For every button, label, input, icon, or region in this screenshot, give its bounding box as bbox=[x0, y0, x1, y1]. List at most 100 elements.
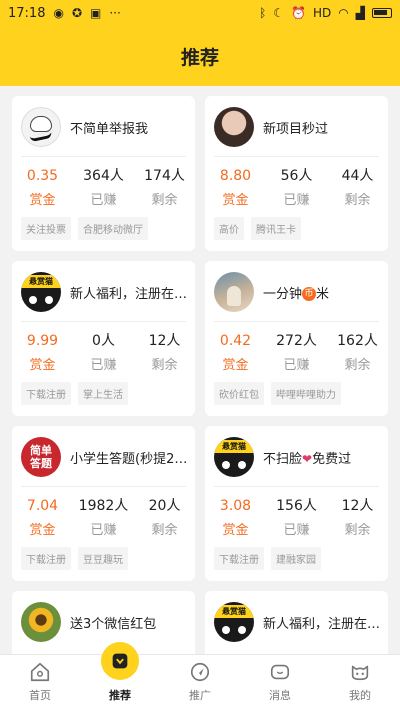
reward-label: 赏金 bbox=[222, 358, 249, 373]
remaining-label: 剩余 bbox=[151, 193, 178, 208]
task-tag: 腾讯王卡 bbox=[251, 217, 301, 240]
task-tag: 关注投票 bbox=[21, 217, 71, 240]
remaining-value: 44人 bbox=[341, 168, 374, 184]
earned-value: 1982人 bbox=[78, 498, 129, 514]
home-icon bbox=[29, 661, 51, 683]
task-title: 送3个微信红包 bbox=[70, 616, 157, 632]
reward-value: 9.99 bbox=[26, 333, 59, 349]
divider bbox=[21, 321, 186, 322]
remaining-value: 12人 bbox=[148, 333, 181, 349]
reward-value: 7.04 bbox=[26, 498, 59, 514]
image-notification-icon: ▣ bbox=[90, 6, 102, 20]
girl-photo-avatar bbox=[214, 107, 254, 147]
promote-icon bbox=[189, 661, 211, 683]
reward-cat-avatar: 悬赏猫 bbox=[214, 602, 254, 642]
tab-recommend[interactable]: 推荐 bbox=[80, 642, 160, 711]
task-card[interactable]: 不简单举报我 0.35 赏金 364人 已赚 174人 剩余 关注投票 合肥移动微厅 bbox=[12, 96, 195, 251]
remaining-label: 剩余 bbox=[344, 358, 371, 373]
task-card[interactable]: 悬赏猫 新人福利，注册在线… 9.99 赏金 0人 已赚 12人 剩余 下载注册 掌上… bbox=[12, 261, 195, 416]
task-card[interactable]: 简单 答题 小学生答题(秒提20元) 7.04 赏金 1982人已赚 20人剩余 下… bbox=[12, 426, 195, 581]
divider bbox=[214, 156, 379, 157]
room-photo-avatar bbox=[214, 272, 254, 312]
task-title: 新人福利，注册在线… bbox=[263, 616, 381, 632]
remaining-value: 12人 bbox=[341, 498, 374, 514]
remaining-label: 剩余 bbox=[151, 523, 178, 538]
recommend-icon bbox=[101, 642, 139, 680]
earned-label: 已赚 bbox=[283, 193, 310, 208]
task-grid[interactable]: 不简单举报我 0.35 赏金 364人 已赚 174人 剩余 关注投票 合肥移动微厅 … bbox=[0, 86, 400, 654]
tab-home[interactable]: 首页 bbox=[0, 655, 80, 711]
remaining-label: 剩余 bbox=[151, 358, 178, 373]
task-title: 小学生答题(秒提20元) bbox=[70, 451, 188, 467]
task-tag: 砍价红包 bbox=[214, 382, 264, 405]
task-title: 不简单举报我 bbox=[70, 121, 149, 137]
task-card[interactable]: 送3个微信红包 bbox=[12, 591, 195, 654]
tab-label: 推荐 bbox=[109, 689, 131, 702]
remaining-label: 剩余 bbox=[344, 523, 371, 538]
coin-icon: 币 bbox=[302, 287, 317, 301]
task-title: 新人福利，注册在线… bbox=[70, 286, 188, 302]
tab-label: 推广 bbox=[189, 689, 211, 702]
task-tag: 建融家园 bbox=[271, 547, 321, 570]
signal-icon: ▟ bbox=[355, 6, 365, 20]
earned-label: 已赚 bbox=[90, 523, 117, 538]
earned-value: 272人 bbox=[276, 333, 317, 349]
page-header: 推荐 bbox=[0, 26, 400, 86]
reward-value: 0.35 bbox=[26, 168, 59, 184]
message-icon bbox=[269, 661, 291, 683]
task-card[interactable]: 一分钟币米 0.42 赏金 272人 已赚 162人 剩余 砍价红包 哔哩哔哩助力 bbox=[205, 261, 388, 416]
remaining-value: 20人 bbox=[148, 498, 181, 514]
remaining-value: 162人 bbox=[337, 333, 378, 349]
divider bbox=[21, 486, 186, 487]
earned-value: 156人 bbox=[276, 498, 317, 514]
task-tag: 下载注册 bbox=[21, 382, 71, 405]
reward-value: 3.08 bbox=[219, 498, 252, 514]
tab-profile[interactable]: 我的 bbox=[320, 655, 400, 711]
remaining-label: 剩余 bbox=[344, 193, 371, 208]
reward-label: 赏金 bbox=[222, 523, 249, 538]
task-tag: 下载注册 bbox=[21, 547, 71, 570]
tab-label: 我的 bbox=[349, 689, 371, 702]
moon-icon: ☾ bbox=[273, 6, 285, 20]
task-card[interactable]: 新项目秒过 8.80 赏金 56人 已赚 44人 剩余 高价 腾讯王卡 bbox=[205, 96, 388, 251]
task-tag: 哔哩哔哩助力 bbox=[271, 382, 341, 405]
status-bar: 17:18 ◉ ✪ ▣ ··· ᛒ ☾ ⏰ HD ◠ ▟ bbox=[0, 0, 400, 26]
app-notification-icon: ◉ bbox=[53, 6, 64, 20]
earned-value: 364人 bbox=[83, 168, 124, 184]
divider bbox=[214, 486, 379, 487]
quiz-avatar: 简单 答题 bbox=[21, 437, 61, 477]
task-tag: 豆豆趣玩 bbox=[78, 547, 128, 570]
avatar-text: 悬赏猫 bbox=[214, 605, 254, 618]
task-card[interactable]: 悬赏猫 新人福利，注册在线… bbox=[205, 591, 388, 654]
network-type: HD bbox=[313, 6, 332, 20]
earned-label: 已赚 bbox=[283, 523, 310, 538]
reward-cat-avatar: 悬赏猫 bbox=[214, 437, 254, 477]
heart-icon: ❤ bbox=[302, 451, 313, 466]
tab-promote[interactable]: 推广 bbox=[160, 655, 240, 711]
page-title: 推荐 bbox=[180, 46, 219, 69]
tab-message[interactable]: 消息 bbox=[240, 655, 320, 711]
task-title: 一分钟币米 bbox=[263, 286, 330, 302]
battery-icon bbox=[372, 8, 392, 18]
earned-label: 已赚 bbox=[283, 358, 310, 373]
reward-value: 8.80 bbox=[219, 168, 252, 184]
earned-label: 已赚 bbox=[90, 193, 117, 208]
more-notifications-icon: ··· bbox=[109, 6, 121, 20]
status-time: 17:18 bbox=[8, 5, 46, 21]
sketch-mask-avatar bbox=[21, 107, 61, 147]
profile-icon bbox=[349, 661, 371, 683]
earned-value: 56人 bbox=[280, 168, 313, 184]
task-card[interactable]: 悬赏猫 不扫脸❤免费过 3.08 赏金 156人 已赚 12人 剩余 下载注册 建融家… bbox=[205, 426, 388, 581]
bluetooth-icon: ᛒ bbox=[259, 6, 267, 20]
task-tag: 高价 bbox=[214, 217, 244, 240]
divider bbox=[214, 321, 379, 322]
divider bbox=[21, 156, 186, 157]
reward-cat-avatar: 悬赏猫 bbox=[21, 272, 61, 312]
task-title: 不扫脸❤免费过 bbox=[263, 451, 352, 467]
earned-label: 已赚 bbox=[90, 358, 117, 373]
avatar-text: 悬赏猫 bbox=[214, 440, 254, 453]
reward-label: 赏金 bbox=[29, 523, 56, 538]
alarm-icon: ⏰ bbox=[291, 6, 307, 20]
tab-label: 消息 bbox=[269, 689, 291, 702]
wifi-icon: ◠ bbox=[338, 6, 349, 20]
